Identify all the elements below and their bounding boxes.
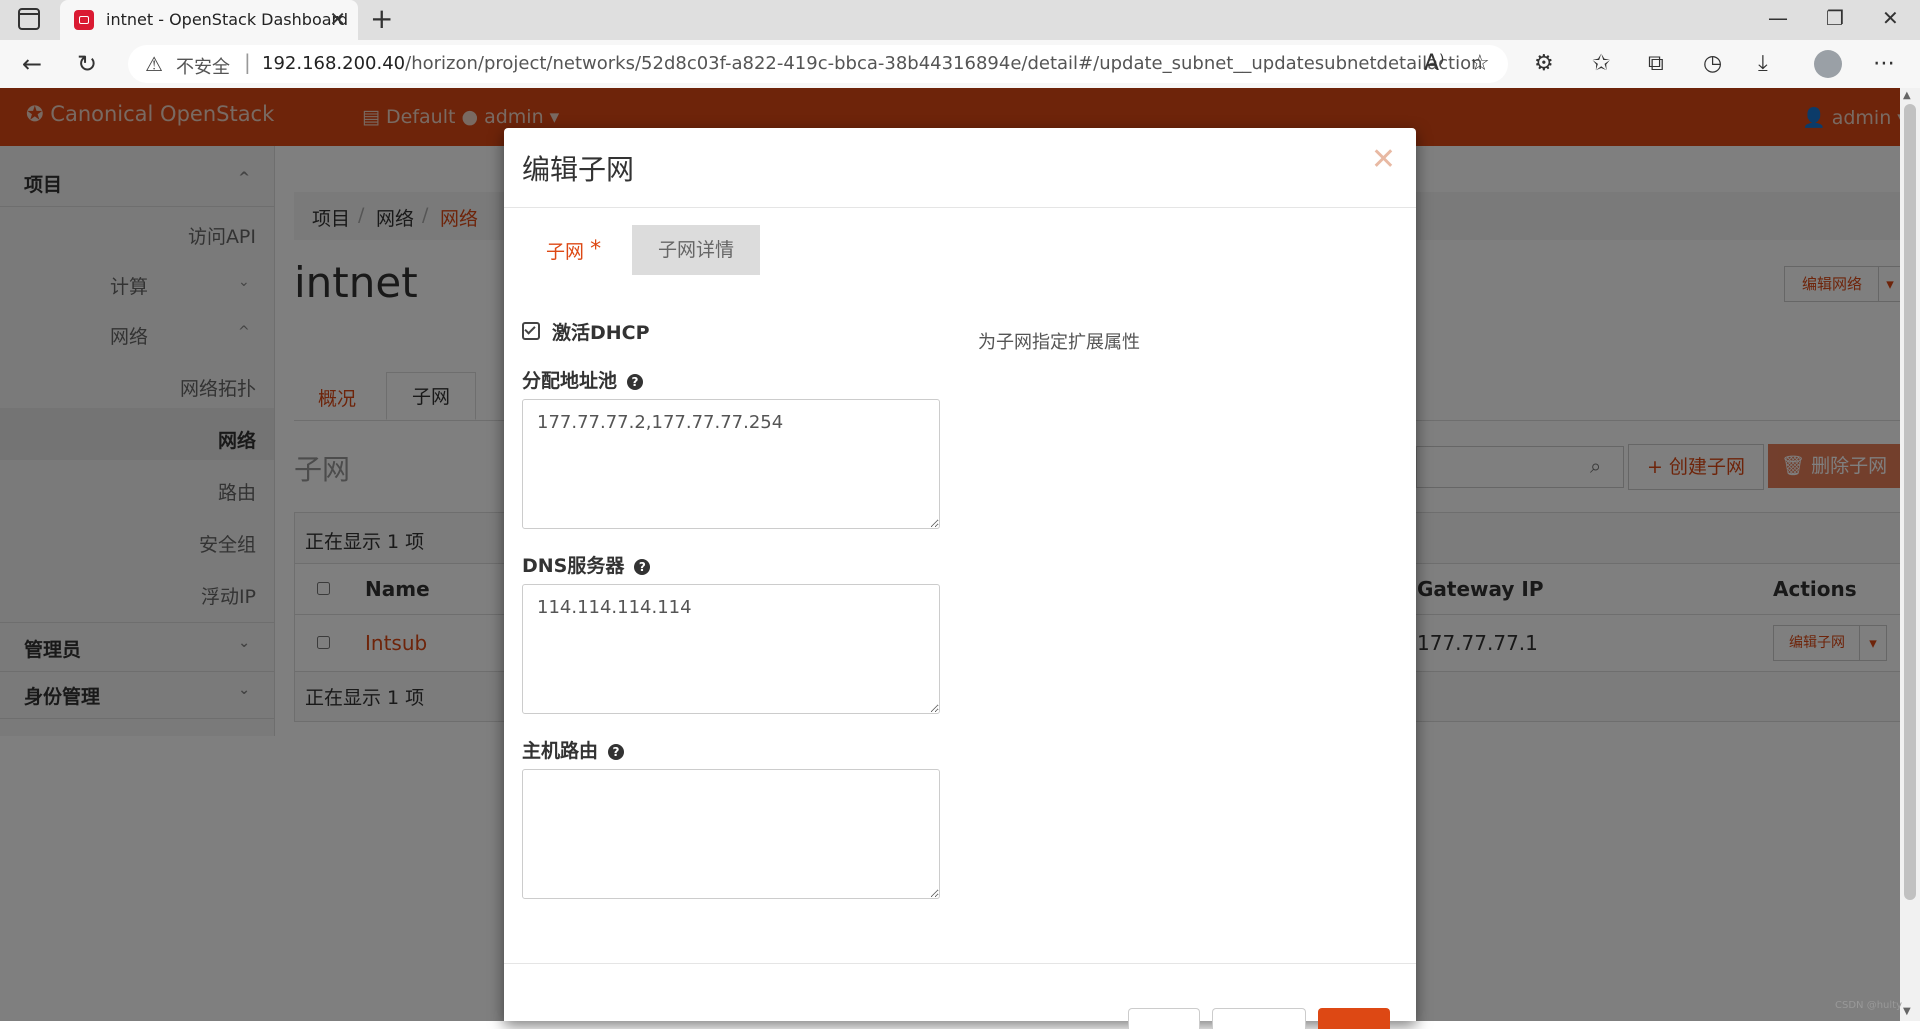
modal-header-divider	[504, 207, 1416, 208]
insecure-label[interactable]: 不安全	[176, 53, 230, 79]
cancel-button[interactable]	[1212, 1008, 1306, 1029]
extensions-icon[interactable]: ⚙	[1534, 51, 1554, 76]
allocation-pools-label: 分配地址池?	[522, 366, 644, 393]
scrollbar-thumb[interactable]	[1904, 104, 1916, 900]
tab-subnet-details[interactable]: 子网详情	[632, 225, 760, 275]
help-icon[interactable]: ?	[608, 744, 625, 760]
host-routes-textarea[interactable]	[522, 769, 940, 899]
enable-dhcp-label: 激活DHCP	[552, 322, 650, 344]
help-icon[interactable]: ?	[634, 559, 651, 575]
modal-close-icon[interactable]: ✕	[1371, 142, 1396, 177]
watermark: CSDN @hulty	[1835, 1000, 1902, 1011]
browser-tab[interactable]: intnet - OpenStack Dashboard ✕	[60, 0, 358, 40]
add-favorite-icon[interactable]: ☆	[1470, 51, 1490, 76]
enable-dhcp-field[interactable]: 激活DHCP	[522, 318, 650, 345]
tab-close-icon[interactable]: ✕	[329, 7, 346, 31]
dns-servers-textarea[interactable]: 114.114.114.114	[522, 584, 940, 714]
dns-servers-label-text: DNS服务器	[522, 555, 625, 577]
allocation-pools-label-text: 分配地址池	[522, 370, 618, 392]
restore-icon[interactable]: ❐	[1826, 6, 1844, 30]
tab-actions-icon[interactable]	[18, 8, 40, 30]
tab-title: intnet - OpenStack Dashboard	[106, 10, 348, 29]
scroll-up-icon[interactable]: ▲	[1903, 90, 1911, 101]
url-text[interactable]: 192.168.200.40/horizon/project/networks/…	[262, 53, 1483, 74]
back-icon[interactable]: ←	[22, 50, 42, 78]
url-path: /horizon/project/networks/52d8c03f-a822-…	[405, 53, 1483, 74]
modal-footer-divider	[504, 963, 1416, 964]
profile-avatar[interactable]	[1814, 50, 1842, 78]
modal-title: 编辑子网	[522, 153, 635, 186]
dns-servers-label: DNS服务器?	[522, 551, 651, 578]
minimize-icon[interactable]: —	[1768, 6, 1788, 30]
scroll-down-icon[interactable]: ▼	[1903, 1006, 1911, 1017]
collections-icon[interactable]: ⧉	[1648, 51, 1664, 76]
warning-icon[interactable]: ⚠	[145, 52, 163, 76]
url-host: 192.168.200.40	[262, 53, 406, 74]
favorites-icon[interactable]: ✩	[1592, 51, 1610, 76]
tab-subnet[interactable]: 子网 *	[534, 225, 613, 275]
downloads-icon[interactable]: ⤓	[1758, 51, 1768, 76]
help-text: 为子网指定扩展属性	[978, 332, 1140, 353]
new-tab-icon[interactable]: +	[370, 2, 393, 35]
more-icon[interactable]: ⋯	[1873, 51, 1895, 76]
allocation-pools-textarea[interactable]: 177.77.77.2,177.77.77.254	[522, 399, 940, 529]
help-icon[interactable]: ?	[627, 374, 644, 390]
window-close-icon[interactable]: ✕	[1882, 6, 1899, 30]
back-button[interactable]	[1128, 1008, 1200, 1029]
tab-subnet-label: 子网	[546, 241, 585, 263]
checkbox-checked-icon[interactable]	[522, 322, 540, 340]
history-icon[interactable]: ◷	[1703, 51, 1722, 76]
save-button[interactable]	[1318, 1008, 1390, 1029]
required-icon: *	[590, 237, 602, 262]
host-routes-label: 主机路由?	[522, 736, 625, 763]
edit-subnet-modal: 编辑子网 ✕ 子网 * 子网详情 激活DHCP 分配地址池? 177.77.77…	[504, 128, 1416, 1029]
host-routes-label-text: 主机路由	[522, 740, 599, 762]
openstack-favicon-icon	[74, 10, 94, 30]
reload-icon[interactable]: ↻	[77, 50, 97, 78]
read-aloud-icon[interactable]: A⁾	[1424, 51, 1444, 76]
